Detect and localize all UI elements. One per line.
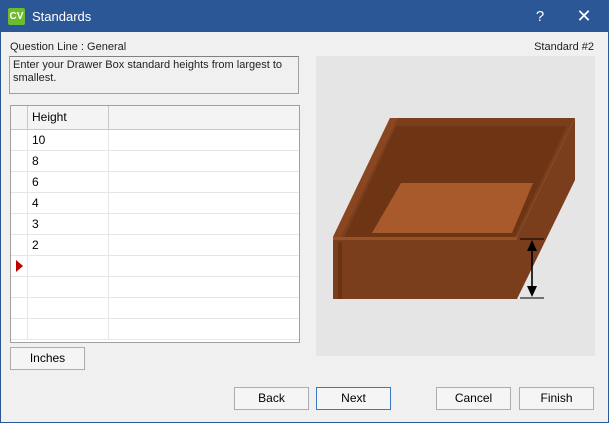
window-title: Standards bbox=[32, 9, 92, 24]
row-indicator bbox=[11, 172, 28, 192]
instructions-text: Enter your Drawer Box standard heights f… bbox=[9, 56, 299, 94]
help-button[interactable]: ? bbox=[518, 1, 562, 32]
table-row[interactable] bbox=[11, 298, 299, 319]
table-row[interactable]: 3 bbox=[11, 214, 299, 235]
standard-number-label: Standard #2 bbox=[534, 41, 594, 53]
current-row-arrow-icon bbox=[16, 260, 23, 272]
drawer-front-top-edge bbox=[333, 237, 517, 240]
row-indicator bbox=[11, 235, 28, 255]
row-indicator bbox=[11, 193, 28, 213]
question-line-label: Question Line : General bbox=[10, 41, 127, 53]
cv-logo-icon: CV bbox=[8, 8, 25, 25]
table-row[interactable]: 10 bbox=[11, 130, 299, 151]
row-indicator bbox=[11, 151, 28, 171]
height-cell[interactable]: 8 bbox=[28, 151, 109, 171]
grid-header: Height bbox=[11, 106, 299, 130]
row-indicator bbox=[11, 298, 28, 318]
close-icon: ✕ bbox=[576, 6, 592, 26]
height-cell[interactable]: 10 bbox=[28, 130, 109, 150]
row-indicator bbox=[11, 319, 28, 339]
next-button[interactable]: Next bbox=[316, 387, 391, 410]
row-indicator bbox=[11, 130, 28, 150]
title-bar[interactable]: CV Standards ? ✕ bbox=[1, 1, 608, 32]
height-cell[interactable]: 2 bbox=[28, 235, 109, 255]
drawer-box-illustration bbox=[333, 118, 575, 299]
height-cell[interactable] bbox=[28, 256, 109, 276]
drawer-front-corner bbox=[338, 242, 342, 299]
finish-button[interactable]: Finish bbox=[519, 387, 594, 410]
heights-grid[interactable]: Height 10 8 6 4 3 2 bbox=[10, 105, 300, 343]
cancel-button[interactable]: Cancel bbox=[436, 387, 511, 410]
table-row[interactable]: 2 bbox=[11, 235, 299, 256]
height-cell[interactable]: 3 bbox=[28, 214, 109, 234]
table-row[interactable] bbox=[11, 277, 299, 298]
table-row[interactable]: 6 bbox=[11, 172, 299, 193]
grid-corner-cell bbox=[11, 106, 28, 129]
table-row[interactable]: 4 bbox=[11, 193, 299, 214]
row-indicator bbox=[11, 256, 28, 276]
height-column-header[interactable]: Height bbox=[28, 106, 109, 129]
close-button[interactable]: ✕ bbox=[562, 1, 606, 32]
back-button[interactable]: Back bbox=[234, 387, 309, 410]
height-cell[interactable] bbox=[28, 319, 109, 339]
height-cell[interactable]: 4 bbox=[28, 193, 109, 213]
table-row[interactable] bbox=[11, 319, 299, 340]
inches-button[interactable]: Inches bbox=[10, 347, 85, 370]
row-indicator bbox=[11, 214, 28, 234]
table-row[interactable]: 8 bbox=[11, 151, 299, 172]
drawer-front bbox=[333, 237, 517, 299]
height-cell[interactable] bbox=[28, 298, 109, 318]
drawer-box-preview bbox=[316, 56, 595, 356]
height-cell[interactable] bbox=[28, 277, 109, 297]
table-row[interactable] bbox=[11, 256, 299, 277]
standards-dialog: CV Standards ? ✕ Question Line : General… bbox=[0, 0, 609, 423]
height-cell[interactable]: 6 bbox=[28, 172, 109, 192]
row-indicator bbox=[11, 277, 28, 297]
